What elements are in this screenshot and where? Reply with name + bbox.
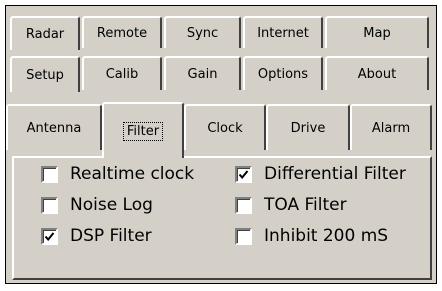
checkbox-box[interactable] [235,165,252,183]
differential-filter-checkbox[interactable]: Differential Filter [235,164,406,184]
checkbox-box[interactable] [41,165,58,183]
checkbox-box[interactable] [235,227,252,245]
dsp-filter-label: DSP Filter [70,226,152,246]
tab-map[interactable]: Map [325,16,429,48]
tab-map-label: Map [363,25,391,41]
tab-drive[interactable]: Drive [266,104,350,150]
tab-about-label: About [357,66,397,82]
tab-remote-label: Remote [96,25,148,41]
tab-gain-label: Gain [187,66,218,82]
tab-radar[interactable]: Radar [10,16,80,50]
checkbox-box[interactable] [41,196,58,214]
noise-log-label: Noise Log [70,195,153,215]
inhibit-200ms-label: Inhibit 200 mS [264,226,389,246]
checkmark-icon [44,231,55,241]
tab-clock[interactable]: Clock [184,104,266,150]
tab-setup-label: Setup [26,67,64,83]
tab-gain[interactable]: Gain [164,56,241,90]
tab-options[interactable]: Options [243,56,323,90]
tab-antenna[interactable]: Antenna [6,104,102,150]
toa-filter-checkbox[interactable]: TOA Filter [235,195,347,215]
realtime-clock-label: Realtime clock [70,164,195,184]
tab-options-label: Options [257,66,309,82]
settings-window: Radar Remote Sync Internet Map Setup Cal… [5,5,437,284]
inhibit-200ms-checkbox[interactable]: Inhibit 200 mS [235,226,388,246]
tab-internet[interactable]: Internet [243,16,323,48]
tab-remote[interactable]: Remote [82,16,162,48]
tab-calib-label: Calib [105,66,139,82]
checkmark-icon [238,169,249,179]
toa-filter-label: TOA Filter [264,195,347,215]
tab-alarm[interactable]: Alarm [350,104,432,150]
differential-filter-label: Differential Filter [264,164,406,184]
dsp-filter-checkbox[interactable]: DSP Filter [41,226,152,246]
tab-alarm-label: Alarm [371,120,411,136]
checkbox-box[interactable] [235,196,252,214]
noise-log-checkbox[interactable]: Noise Log [41,195,153,215]
tab-antenna-label: Antenna [26,120,82,136]
tab-about[interactable]: About [325,56,429,90]
tab-filter-label: Filter [122,121,164,141]
realtime-clock-checkbox[interactable]: Realtime clock [41,164,194,184]
tab-clock-label: Clock [207,120,243,136]
tab-calib[interactable]: Calib [82,56,162,90]
tab-internet-label: Internet [257,25,309,41]
tab-filter[interactable]: Filter [102,102,184,158]
tab-sync[interactable]: Sync [164,16,241,48]
checkbox-box[interactable] [41,227,58,245]
tab-sync-label: Sync [186,25,219,41]
tab-setup[interactable]: Setup [10,56,80,92]
tab-radar-label: Radar [25,26,65,42]
tab-drive-label: Drive [290,120,326,136]
